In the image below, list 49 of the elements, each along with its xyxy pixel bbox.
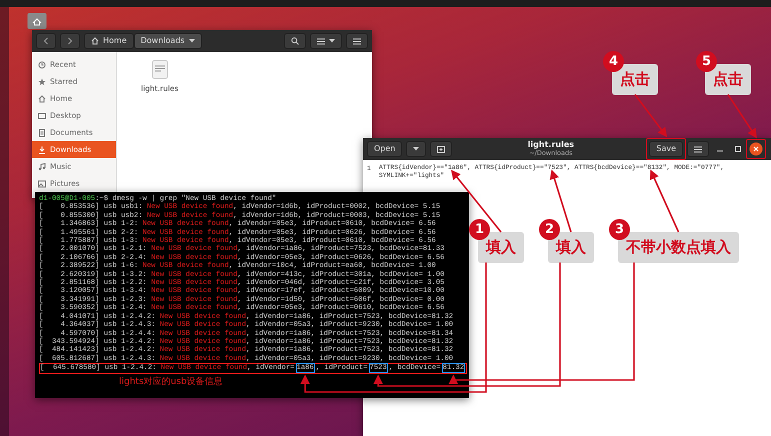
callout-label: 不带小数点填入 (618, 232, 739, 262)
menu-icon (694, 146, 702, 152)
back-icon (43, 37, 49, 45)
document-icon (38, 128, 46, 136)
callout-label: 点击 (612, 64, 658, 94)
callout-label: 填入 (548, 232, 594, 262)
caption: lights对应的usb设备信息 (119, 378, 224, 386)
save-button[interactable]: Save (649, 141, 683, 157)
view-button[interactable] (310, 33, 342, 49)
arrow (451, 170, 502, 232)
download-icon (38, 146, 46, 154)
music-icon (38, 162, 46, 170)
arrow (727, 94, 757, 138)
dropdown-button[interactable] (406, 141, 426, 157)
list-icon (317, 38, 325, 44)
path-button[interactable]: Downloads (134, 33, 202, 49)
back-button[interactable] (36, 33, 56, 49)
step-number: 5 (696, 51, 717, 72)
menu-button[interactable] (687, 141, 709, 157)
home-folder-icon[interactable] (27, 12, 47, 30)
window-title: light.rules (528, 141, 574, 149)
arrow (634, 94, 668, 138)
callout-label: 点击 (705, 64, 751, 94)
search-button[interactable] (284, 33, 306, 49)
text-file-icon[interactable] (152, 60, 168, 79)
new-tab-icon (437, 146, 446, 152)
open-button[interactable]: Open (367, 141, 402, 157)
arrow (650, 170, 680, 232)
highlight-frame (646, 138, 686, 160)
caret-icon (329, 39, 335, 43)
close-icon[interactable] (749, 142, 763, 156)
highlight-frame (746, 139, 766, 159)
path-button[interactable]: Home (84, 33, 134, 49)
home-icon (91, 37, 99, 45)
caret-icon (413, 147, 420, 151)
picture-icon (38, 180, 46, 188)
callout-label: 填入 (478, 232, 524, 262)
home-icon (38, 94, 46, 102)
new-tab-button[interactable] (430, 141, 452, 157)
forward-button[interactable] (60, 33, 80, 49)
forward-icon (67, 37, 73, 45)
menu-button[interactable] (346, 33, 368, 49)
menu-icon (353, 38, 361, 44)
step-number: 4 (603, 51, 624, 72)
desktop-icon (38, 112, 46, 120)
caret-icon (188, 39, 195, 43)
clock-icon (38, 60, 46, 68)
star-icon (38, 78, 46, 86)
search-icon (291, 37, 299, 45)
